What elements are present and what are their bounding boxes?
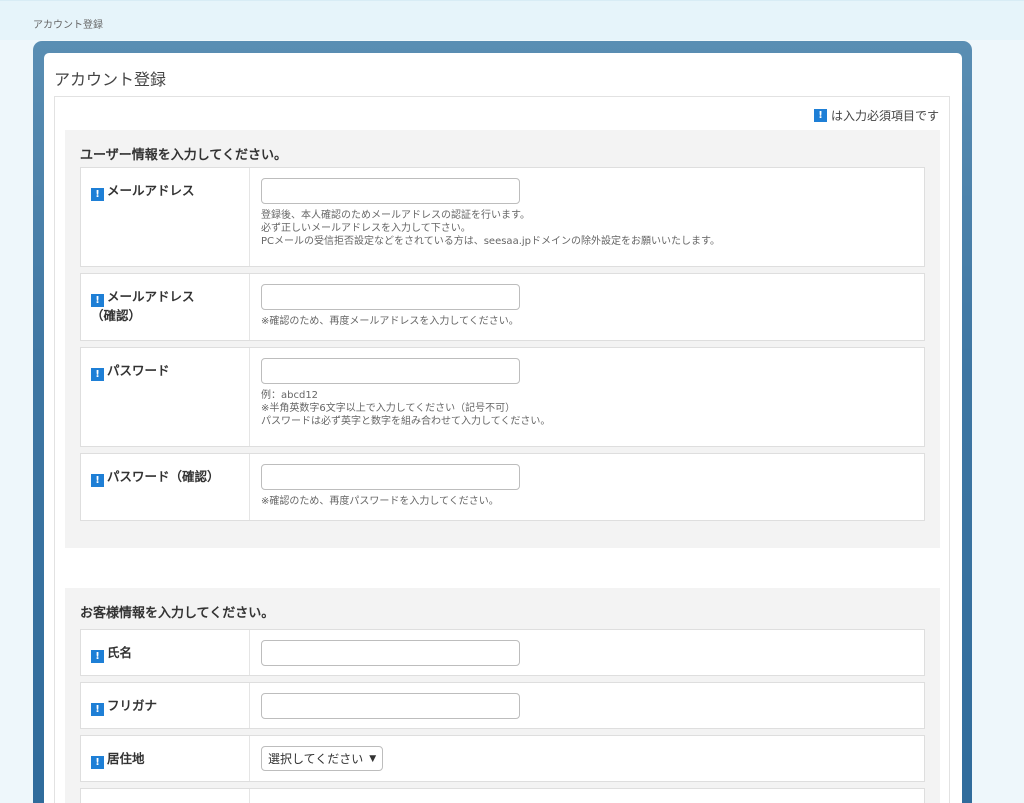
field-label-sub: （確認） [91,308,142,323]
help-line: PCメールの受信拒否設定などをされている方は、seesaa.jpドメインの除外設… [261,236,720,247]
section-heading-customer: お客様情報を入力してください。 [80,606,275,621]
field-cell: 選択してください ▼ [261,746,384,771]
required-icon: ! [91,188,104,201]
required-icon: ! [91,756,104,769]
row-residence: ! 居住地 選択してください ▼ [80,735,925,782]
field-label-password: パスワード [107,363,170,378]
label-cell: ! 居住地 [81,736,250,781]
required-legend-text: は入力必須項目です [830,109,939,123]
content-frame: アカウント登録 ! は入力必須項目です ユーザー情報を入力してください。 ! メー… [33,41,972,803]
name-input[interactable] [261,640,520,666]
field-label-residence: 居住地 [107,751,145,766]
user-info-section: ユーザー情報を入力してください。 ! メールアドレス 登録後、本人確認のためメール… [65,130,940,548]
required-legend: ! は入力必須項目です [813,107,939,124]
field-label-password-confirm: パスワード（確認） [107,469,220,484]
help-text-email-confirm: ※確認のため、再度メールアドレスを入力してください。 [261,315,520,328]
help-line: パスワードは必ず英字と数字を組み合わせて入力してください。 [261,416,551,427]
help-line: 登録後、本人確認のためメールアドレスの認証を行います。 [261,210,530,221]
help-text-password: 例：abcd12 ※半角英数字6文字以上で入力してください（記号不可） パスワー… [261,389,550,428]
field-cell: ※確認のため、再度パスワードを入力してください。 [261,464,520,508]
form-container: ! は入力必須項目です ユーザー情報を入力してください。 ! メールアドレス 登録… [54,96,950,803]
customer-info-section: お客様情報を入力してください。 ! 氏名 ! フリガナ ! 居住地 選択してくだ… [65,588,940,803]
residence-select[interactable]: 選択してください ▼ [261,746,384,771]
email-input[interactable] [261,178,520,204]
field-label-email-confirm: メールアドレス [107,289,195,304]
email-confirm-input[interactable] [261,284,520,310]
triangle-down-icon: ▼ [369,753,377,764]
required-icon: ! [91,474,104,487]
label-cell: ! メールアドレス [81,168,250,266]
row-email: ! メールアドレス 登録後、本人確認のためメールアドレスの認証を行います。 必ず正… [80,167,925,267]
field-label-name: 氏名 [107,645,133,660]
required-icon: ! [91,294,104,307]
help-line: 必ず正しいメールアドレスを入力して下さい。 [261,223,471,234]
password-input[interactable] [261,358,520,384]
field-cell [261,693,520,719]
top-band [0,0,1024,40]
help-line: 例：abcd12 [261,390,319,401]
label-cell: ! パスワード [81,348,250,446]
row-password-confirm: ! パスワード（確認） ※確認のため、再度パスワードを入力してください。 [80,453,925,521]
field-cell: 登録後、本人確認のためメールアドレスの認証を行います。 必ず正しいメールアドレス… [261,178,720,248]
field-cell: 例：abcd12 ※半角英数字6文字以上で入力してください（記号不可） パスワー… [261,358,550,428]
row-password: ! パスワード 例：abcd12 ※半角英数字6文字以上で入力してください（記号不… [80,347,925,447]
required-icon: ! [91,650,104,663]
field-cell: ※確認のため、再度メールアドレスを入力してください。 [261,284,520,328]
row-furigana: ! フリガナ [80,682,925,729]
help-text-password-confirm: ※確認のため、再度パスワードを入力してください。 [261,495,520,508]
required-icon: ! [91,703,104,716]
help-line: ※確認のため、再度メールアドレスを入力してください。 [261,316,519,327]
label-cell [81,789,250,803]
help-line: ※半角英数字6文字以上で入力してください（記号不可） [261,403,516,414]
row-email-confirm: ! メールアドレス （確認） ※確認のため、再度メールアドレスを入力してください。 [80,273,925,341]
field-label-email: メールアドレス [107,183,195,198]
label-cell: ! フリガナ [81,683,250,728]
label-cell: ! パスワード（確認） [81,454,250,520]
help-text-email: 登録後、本人確認のためメールアドレスの認証を行います。 必ず正しいメールアドレス… [261,209,720,248]
registration-panel: アカウント登録 ! は入力必須項目です ユーザー情報を入力してください。 ! メー… [44,53,962,803]
password-confirm-input[interactable] [261,464,520,490]
residence-select-value: 選択してください [268,752,364,766]
required-icon: ! [91,368,104,381]
breadcrumb: アカウント登録 [33,20,103,31]
help-line: ※確認のため、再度パスワードを入力してください。 [261,496,499,507]
row-name: ! 氏名 [80,629,925,676]
section-heading-user: ユーザー情報を入力してください。 [80,148,287,163]
label-cell: ! メールアドレス （確認） [81,274,250,340]
label-cell: ! 氏名 [81,630,250,675]
field-cell [261,640,520,666]
row-next [80,788,925,803]
page-title: アカウント登録 [54,70,167,89]
furigana-input[interactable] [261,693,520,719]
required-icon: ! [813,109,827,122]
field-label-furigana: フリガナ [107,698,158,713]
